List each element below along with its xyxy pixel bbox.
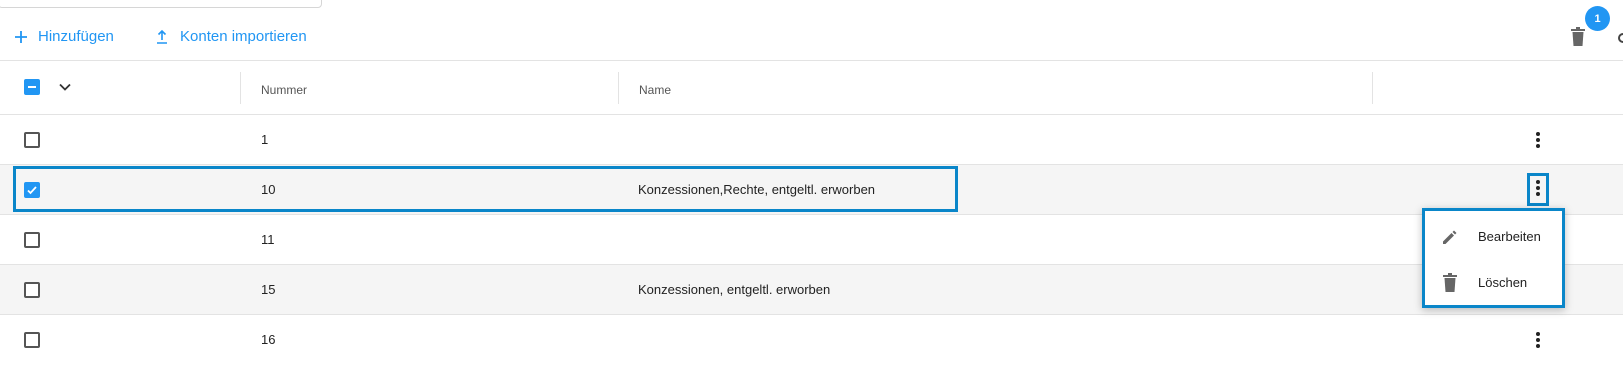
row-checkbox[interactable]: [24, 332, 40, 348]
add-button-label: Hinzufügen: [38, 28, 114, 45]
row-nummer: 16: [261, 332, 276, 347]
selected-row-highlight: [13, 166, 958, 212]
column-header-name[interactable]: Name: [639, 83, 671, 97]
row-checkbox[interactable]: [24, 232, 40, 248]
trash-icon: [1571, 27, 1585, 46]
row-name: Konzessionen, entgeltl. erworben: [638, 282, 831, 297]
row-checkbox[interactable]: [24, 282, 40, 298]
column-separator: [618, 72, 619, 104]
import-accounts-button[interactable]: Konten importieren: [156, 28, 307, 45]
select-all-checkbox[interactable]: [24, 79, 40, 95]
edit-menu-item[interactable]: Bearbeiten: [1425, 214, 1562, 259]
table-row[interactable]: 11: [0, 215, 1623, 265]
kebab-icon[interactable]: [1536, 332, 1540, 350]
table-row[interactable]: 16: [0, 315, 1623, 365]
plus-icon: [15, 30, 27, 43]
selection-count-badge: 1: [1585, 6, 1610, 31]
kebab-highlight: [1527, 173, 1549, 206]
delete-menu-label: Löschen: [1478, 275, 1528, 290]
pencil-icon: [1443, 230, 1457, 244]
row-nummer: 11: [261, 232, 275, 247]
column-header-nummer[interactable]: Nummer: [261, 83, 307, 97]
column-separator: [1372, 72, 1373, 104]
upload-icon: [157, 29, 167, 44]
row-nummer: 15: [261, 282, 276, 297]
add-button[interactable]: Hinzufügen: [14, 28, 114, 45]
column-separator: [240, 72, 241, 104]
edit-menu-label: Bearbeiten: [1478, 229, 1541, 244]
settings-icon[interactable]: [1618, 30, 1623, 46]
row-nummer: 1: [261, 132, 269, 147]
search-input[interactable]: [0, 0, 322, 8]
delete-menu-item[interactable]: Löschen: [1425, 260, 1562, 305]
divider: [0, 60, 1623, 61]
table-row[interactable]: 1: [0, 115, 1623, 165]
row-checkbox[interactable]: [24, 132, 40, 148]
delete-selected-button[interactable]: [1571, 27, 1585, 51]
kebab-icon[interactable]: [1536, 132, 1540, 150]
trash-icon: [1443, 273, 1457, 292]
table-row[interactable]: 15 Konzessionen, entgeltl. erworben: [0, 265, 1623, 315]
import-accounts-label: Konten importieren: [180, 28, 307, 45]
row-context-menu: Bearbeiten Löschen: [1422, 208, 1565, 308]
chevron-down-icon[interactable]: [58, 80, 72, 99]
